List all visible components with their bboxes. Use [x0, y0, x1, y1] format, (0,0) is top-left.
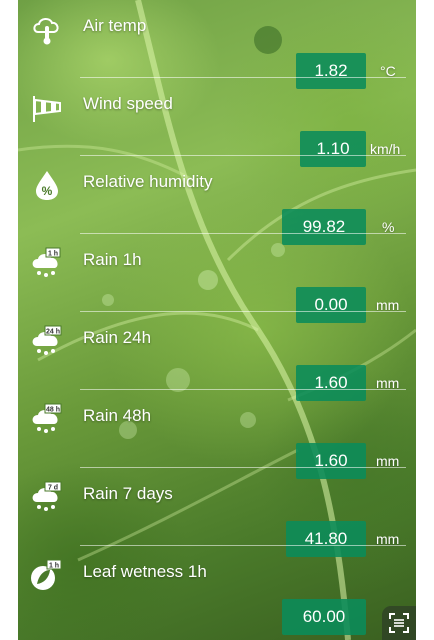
sensor-label: Rain 24h [83, 328, 152, 347]
svg-text:1 h: 1 h [49, 563, 59, 570]
svg-text:7 d: 7 d [48, 485, 58, 492]
sensor-row-relative-humidity: % Relative humidity 99.82 % [18, 156, 416, 245]
rain-7d-icon: 7 d [30, 480, 64, 514]
thermometer-cloud-icon [30, 12, 64, 46]
rain-48h-icon: 48 h [30, 402, 64, 436]
rain-1h-icon: 1 h [30, 246, 64, 280]
sensor-value: 60.00 [282, 599, 366, 635]
sensor-row-air-temp: Air temp 1.82 °C [18, 0, 416, 89]
sensor-row-rain-1h: 1 h Rain 1h 0.00 mm [18, 234, 416, 323]
sensor-row-rain-7-days: 7 d Rain 7 days 41.80 mm [18, 468, 416, 557]
svg-text:%: % [42, 184, 53, 198]
windsock-icon [30, 90, 64, 124]
svg-text:1 h: 1 h [48, 251, 58, 258]
scan-icon [389, 613, 409, 633]
sensor-label: Rain 48h [83, 406, 152, 425]
sensor-label: Leaf wetness 1h [83, 562, 207, 581]
svg-text:48 h: 48 h [46, 407, 60, 414]
svg-text:24 h: 24 h [46, 329, 60, 336]
sensor-row-wind-speed: Wind speed 1.10 km/h [18, 78, 416, 167]
sensor-label: Air temp [83, 16, 147, 35]
leaf-wetness-icon: 1 h [30, 558, 64, 592]
sensor-label: Wind speed [83, 94, 173, 113]
sensor-label: Rain 1h [83, 250, 142, 269]
scan-button[interactable] [382, 606, 416, 640]
humidity-drop-icon: % [30, 168, 64, 202]
sensor-label: Relative humidity [83, 172, 213, 191]
rain-24h-icon: 24 h [30, 324, 64, 358]
sensor-screen: Air temp 1.82 °C Wind speed 1.10 km/h % … [18, 0, 416, 640]
sensor-row-rain-24h: 24 h Rain 24h 1.60 mm [18, 312, 416, 401]
sensor-row-rain-48h: 48 h Rain 48h 1.60 mm [18, 390, 416, 479]
sensor-row-leaf-wetness-1h: 1 h Leaf wetness 1h 60.00 [18, 546, 416, 635]
sensor-label: Rain 7 days [83, 484, 173, 503]
